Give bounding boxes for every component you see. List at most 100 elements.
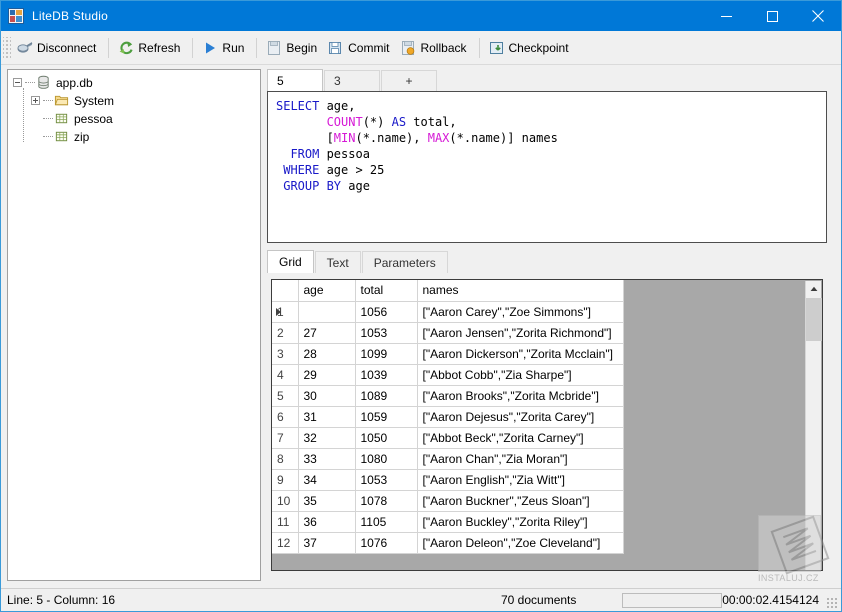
tree-node-system[interactable]: System [8, 92, 260, 110]
row-header[interactable]: 7 [272, 427, 298, 448]
table-row[interactable]: 7 32 1050 ["Abbot Beck","Zorita Carney"] [272, 427, 623, 448]
editor-tab-3[interactable]: 3 [324, 70, 380, 91]
table-row[interactable]: 5 30 1089 ["Aaron Brooks","Zorita Mcbrid… [272, 385, 623, 406]
collapse-toggle-icon[interactable] [12, 77, 24, 89]
cell-total[interactable]: 1078 [355, 490, 417, 511]
cell-total[interactable]: 1050 [355, 427, 417, 448]
cell-names[interactable]: ["Aaron English","Zia Witt"] [417, 469, 623, 490]
cell-names[interactable]: ["Aaron Jensen","Zorita Richmond"] [417, 322, 623, 343]
table-row[interactable]: 11 36 1105 ["Aaron Buckley","Zorita Rile… [272, 511, 623, 532]
toolbar-label-refresh: Refresh [138, 41, 180, 55]
row-header[interactable]: 1 [272, 301, 298, 322]
database-tree-panel[interactable]: app.db System pessoa [7, 69, 261, 581]
cell-age[interactable]: 31 [298, 406, 355, 427]
editor-tab-label: 5 [277, 74, 284, 88]
cell-age[interactable]: 30 [298, 385, 355, 406]
cell-names[interactable]: ["Aaron Buckley","Zorita Riley"] [417, 511, 623, 532]
table-row[interactable]: 1 26 1056 ["Aaron Carey","Zoe Simmons"] [272, 301, 623, 322]
toolbar-button-checkpoint[interactable]: Checkpoint [485, 35, 576, 60]
cell-names[interactable]: ["Abbot Beck","Zorita Carney"] [417, 427, 623, 448]
toolbar-button-commit[interactable]: Commit [324, 35, 396, 60]
row-header[interactable]: 8 [272, 448, 298, 469]
row-number: 4 [277, 368, 284, 382]
table-row[interactable]: 8 33 1080 ["Aaron Chan","Zia Moran"] [272, 448, 623, 469]
table-row[interactable]: 9 34 1053 ["Aaron English","Zia Witt"] [272, 469, 623, 490]
tree-node-pessoa[interactable]: pessoa [8, 110, 260, 128]
scrollbar-thumb[interactable] [806, 298, 822, 341]
toolbar-button-rollback[interactable]: Rollback [396, 35, 473, 60]
cell-total[interactable]: 1080 [355, 448, 417, 469]
scroll-up-arrow-icon[interactable] [806, 281, 822, 297]
result-grid[interactable]: age total names 1 26 1056 ["Aaron Carey"… [271, 279, 823, 571]
cell-names[interactable]: ["Abbot Cobb","Zia Sharpe"] [417, 364, 623, 385]
table-row[interactable]: 3 28 1099 ["Aaron Dickerson","Zorita Mcc… [272, 343, 623, 364]
cell-total[interactable]: 1059 [355, 406, 417, 427]
row-header[interactable]: 4 [272, 364, 298, 385]
toolbar-button-begin[interactable]: Begin [262, 35, 324, 60]
cell-total[interactable]: 1099 [355, 343, 417, 364]
column-header-names[interactable]: names [417, 280, 623, 301]
row-header[interactable]: 10 [272, 490, 298, 511]
cell-names[interactable]: ["Aaron Dejesus","Zorita Carey"] [417, 406, 623, 427]
status-progress-bar [622, 593, 722, 608]
cell-names[interactable]: ["Aaron Carey","Zoe Simmons"] [417, 301, 623, 322]
row-header[interactable]: 11 [272, 511, 298, 532]
row-header[interactable]: 2 [272, 322, 298, 343]
cell-age[interactable]: 33 [298, 448, 355, 469]
cell-age[interactable]: 37 [298, 532, 355, 553]
tree-node-zip[interactable]: zip [8, 128, 260, 146]
editor-tab-5[interactable]: 5 [267, 69, 323, 91]
cell-age[interactable]: 36 [298, 511, 355, 532]
cell-age[interactable]: 34 [298, 469, 355, 490]
row-header[interactable]: 12 [272, 532, 298, 553]
cell-total[interactable]: 1105 [355, 511, 417, 532]
refresh-icon [118, 40, 134, 56]
cell-names[interactable]: ["Aaron Buckner","Zeus Sloan"] [417, 490, 623, 511]
toolbar-button-disconnect[interactable]: Disconnect [13, 35, 103, 60]
expand-toggle-icon[interactable] [30, 95, 42, 107]
table-row[interactable]: 10 35 1078 ["Aaron Buckner","Zeus Sloan"… [272, 490, 623, 511]
cell-names[interactable]: ["Aaron Dickerson","Zorita Mcclain"] [417, 343, 623, 364]
table-row[interactable]: 4 29 1039 ["Abbot Cobb","Zia Sharpe"] [272, 364, 623, 385]
tab-text[interactable]: Text [315, 251, 361, 273]
grid-vertical-scrollbar[interactable] [805, 281, 821, 571]
cell-age[interactable]: 29 [298, 364, 355, 385]
column-header-total[interactable]: total [355, 280, 417, 301]
toolbar-button-run[interactable]: Run [198, 35, 251, 60]
cell-total[interactable]: 1053 [355, 469, 417, 490]
cell-total[interactable]: 1089 [355, 385, 417, 406]
tree-node-app-db[interactable]: app.db [8, 74, 260, 92]
row-header[interactable]: 6 [272, 406, 298, 427]
row-header[interactable]: 3 [272, 343, 298, 364]
column-header-age[interactable]: age [298, 280, 355, 301]
maximize-button[interactable] [749, 1, 795, 31]
cell-total[interactable]: 1053 [355, 322, 417, 343]
cell-age[interactable]: 27 [298, 322, 355, 343]
row-header[interactable]: 5 [272, 385, 298, 406]
cell-age[interactable]: 32 [298, 427, 355, 448]
minimize-button[interactable] [703, 1, 749, 31]
cell-age[interactable]: 26 [298, 301, 355, 322]
column-header-rownum[interactable] [272, 280, 298, 301]
cell-total[interactable]: 1056 [355, 301, 417, 322]
toolbar-button-refresh[interactable]: Refresh [114, 35, 187, 60]
tab-parameters[interactable]: Parameters [362, 251, 448, 273]
resize-grip[interactable] [826, 597, 838, 609]
cell-age[interactable]: 35 [298, 490, 355, 511]
row-header[interactable]: 9 [272, 469, 298, 490]
cell-names[interactable]: ["Aaron Deleon","Zoe Cleveland"] [417, 532, 623, 553]
cell-names[interactable]: ["Aaron Brooks","Zorita Mcbride"] [417, 385, 623, 406]
cell-total[interactable]: 1076 [355, 532, 417, 553]
tab-grid[interactable]: Grid [267, 250, 314, 273]
cell-total[interactable]: 1039 [355, 364, 417, 385]
close-button[interactable] [795, 1, 841, 31]
table-row[interactable]: 2 27 1053 ["Aaron Jensen","Zorita Richmo… [272, 322, 623, 343]
begin-icon [266, 40, 282, 56]
editor-tab-add[interactable]: + [381, 70, 437, 91]
table-row[interactable]: 6 31 1059 ["Aaron Dejesus","Zorita Carey… [272, 406, 623, 427]
cell-age[interactable]: 28 [298, 343, 355, 364]
toolbar-grip[interactable] [3, 37, 11, 59]
cell-names[interactable]: ["Aaron Chan","Zia Moran"] [417, 448, 623, 469]
sql-editor[interactable]: SELECT age, COUNT(*) AS total, [MIN(*.na… [267, 91, 827, 243]
table-row[interactable]: 12 37 1076 ["Aaron Deleon","Zoe Clevelan… [272, 532, 623, 553]
